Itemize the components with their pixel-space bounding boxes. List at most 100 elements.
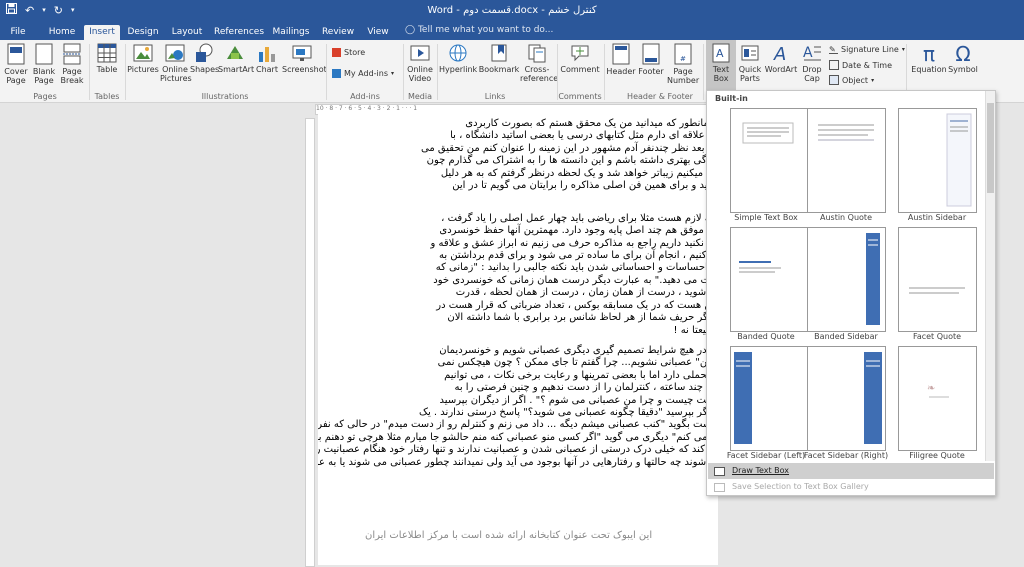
cover-page-button[interactable]: Cover Page — [3, 43, 29, 85]
paragraph-break[interactable] — [318, 337, 718, 345]
online-pictures-button[interactable]: Online Pictures — [160, 43, 192, 83]
document-line[interactable]: ی را رعایت کنیم ، انجام آن برای ما ساده … — [318, 250, 718, 262]
document-line[interactable]: ده کنم و زندگی بهتری داشته باشم و این دا… — [318, 155, 718, 167]
online-video-button[interactable]: Online Video — [405, 43, 435, 83]
document-line[interactable]: کردم ولی همانطور که میدانید من یک محقق ه… — [318, 118, 718, 130]
document-line[interactable]: مذاکره و نه در هیچ شرایط تصمیم گیری دیگر… — [318, 345, 718, 357]
document-line[interactable]: کنیم "عصبانیت چیست و چرا من عصبانی می شو… — [318, 395, 718, 407]
tab-home[interactable]: Home — [44, 25, 80, 40]
header-button[interactable]: Header — [606, 43, 636, 76]
blank-page-label: Blank Page — [32, 67, 56, 85]
page-break-button[interactable]: Page Break — [59, 43, 85, 85]
gallery-item-banded-quote[interactable] — [730, 227, 809, 332]
gallery-item-austin-quote[interactable] — [807, 108, 886, 213]
tab-mailings[interactable]: Mailings — [272, 25, 310, 40]
signature-line-button[interactable]: ✎ Signature Line ▾ — [829, 45, 905, 54]
gallery-item-simple-text-box[interactable] — [730, 108, 809, 213]
document-line[interactable]: ید (فراموش نکنید داریم راجع به مذاکره حر… — [318, 238, 719, 250]
chart-button[interactable]: Chart — [254, 43, 280, 74]
document-line[interactable]: شروع کنم و بعد نظر چندنفر آدم مشهور در ا… — [318, 143, 718, 155]
document-line[interactable]: ق می کنم و علاقه ای دارم مثل کتابهای درس… — [318, 130, 718, 142]
group-label-add-ins: Add-ins — [350, 92, 380, 101]
document-line[interactable]: عصبانی می شوید ، درست از همان زمان ، درس… — [318, 287, 718, 299]
tab-file[interactable]: File — [4, 25, 32, 40]
header-icon — [612, 43, 630, 65]
shapes-label: Shapes — [190, 65, 220, 74]
pictures-label: Pictures — [127, 65, 159, 74]
document-line[interactable]: ان را از دست می دهید." به عبارت دیگر درس… — [318, 275, 718, 287]
table-button[interactable]: Table — [93, 43, 121, 74]
document-line[interactable]: ر یک مذاکره چند ساعته ، کنترلمان را از د… — [318, 382, 718, 394]
date-time-button[interactable]: Date & Time — [829, 60, 892, 70]
document-line[interactable]: مشخص می کند که خیلی درک درستی از عصبانی … — [318, 444, 718, 456]
screenshot-label: Screenshot — [282, 65, 327, 74]
comment-button[interactable]: Comment — [559, 43, 601, 74]
footer-button[interactable]: Footer — [636, 43, 666, 76]
bookmark-icon — [491, 44, 507, 62]
gallery-item-filigree-quote[interactable]: ❧ — [898, 346, 977, 451]
caption-filigree-quote: Filigree Quote — [909, 451, 965, 460]
gallery-item-facet-quote[interactable] — [898, 227, 977, 332]
text-box-button[interactable]: A Text Box — [706, 40, 736, 93]
document-line[interactable]: طرفم را له می کنم" دیگری می گوید "اگر کس… — [318, 432, 718, 444]
blank-page-button[interactable]: Blank Page — [32, 43, 56, 85]
tab-insert[interactable]: Insert — [84, 25, 120, 40]
draw-text-box-item[interactable]: Draw Text Box — [708, 463, 994, 479]
document-line[interactable]: برای مذاکره موفق هم چند اصل پایه وجود دا… — [318, 225, 718, 237]
document-line[interactable]: در آن زندگی میکنیم زیباتر خواهد شد و یک … — [318, 168, 718, 180]
cross-reference-button[interactable]: Cross- reference — [520, 43, 558, 83]
chart-label: Chart — [256, 65, 278, 74]
object-button[interactable]: Object ▾ — [829, 75, 874, 85]
tab-review[interactable]: Review — [321, 25, 355, 40]
tab-design[interactable]: Design — [126, 25, 160, 40]
gallery-item-austin-sidebar[interactable] — [898, 108, 977, 213]
gallery-item-facet-sidebar-left[interactable] — [730, 346, 809, 451]
document-line[interactable]: عصبانی می شوند چه حالتها و رفتارهایی در … — [318, 457, 718, 469]
quick-parts-button[interactable]: Quick Parts — [737, 43, 763, 83]
wordart-button[interactable]: A WordArt — [764, 43, 798, 74]
document-line[interactable]: سی آستانه تحملی دارد اما با بعضی تمرینها… — [318, 370, 718, 382]
smartart-button[interactable]: SmartArt — [218, 43, 254, 74]
shapes-button[interactable]: Shapes — [190, 43, 220, 74]
document-body[interactable]: کردم ولی همانطور که میدانید من یک محقق ه… — [318, 118, 718, 469]
document-line[interactable]: "تا جای ممکن" عصبانی نشویم... چرا گفتم ت… — [318, 357, 718, 369]
document-line[interactable]: کنترلمان بر احساسات و احساساتی شدن باید … — [318, 262, 718, 274]
text-box-label: Text Box — [712, 65, 730, 83]
vertical-ruler[interactable] — [305, 118, 315, 567]
caption-simple-text-box: Simple Text Box — [734, 213, 798, 222]
document-line[interactable]: ا بعدها بخوانید و برای همین فن اصلی مذاک… — [318, 180, 718, 192]
gallery-scrollbar[interactable] — [985, 91, 995, 461]
scrollbar-thumb[interactable] — [987, 103, 994, 193]
simple-text-box-preview-icon — [742, 122, 794, 144]
equation-button[interactable]: π Equation — [909, 43, 949, 74]
cross-reference-label: Cross- reference — [520, 65, 559, 83]
austin-quote-preview-icon — [818, 124, 874, 141]
document-line[interactable]: مهارتهای پایه لازم هست مثلا برای ریاضی ب… — [318, 213, 718, 225]
document-line[interactable]: طلب افراد اگر بپرسید "دقیقا چگونه عصبانی… — [318, 407, 718, 419]
calendar-icon — [829, 60, 839, 70]
my-add-ins-button[interactable]: My Add-ins ▾ — [332, 69, 394, 78]
document-line[interactable]: ست مثل این هست که در یک مسابقه بوکس ، تع… — [318, 300, 718, 312]
document-line[interactable]: نفر ممکن است بگوید "کنب عصبانی میشم دیگه… — [318, 419, 718, 431]
gallery-item-facet-sidebar-right[interactable] — [807, 346, 886, 451]
symbol-button[interactable]: Ω Symbol — [946, 43, 980, 74]
caption-banded-sidebar: Banded Sidebar — [814, 332, 878, 341]
tab-references[interactable]: References — [214, 25, 264, 40]
tell-me-box[interactable]: ◯ Tell me what you want to do... — [405, 25, 553, 35]
bookmark-button[interactable]: Bookmark — [478, 43, 520, 74]
paragraph-break[interactable] — [318, 205, 718, 213]
pictures-button[interactable]: Pictures — [127, 43, 159, 74]
document-line[interactable]: رخ دهد ؟ طبیعتا نه ! — [318, 325, 719, 337]
document-line[interactable]: این صورت اگر حریف شما از هر لحاظ شانس بر… — [318, 312, 718, 324]
screenshot-button[interactable]: Screenshot — [282, 43, 327, 74]
drop-cap-button[interactable]: A Drop Cap — [799, 43, 825, 83]
save-selection-icon — [714, 483, 725, 492]
tab-view[interactable]: View — [365, 25, 391, 40]
gallery-item-banded-sidebar[interactable] — [807, 227, 886, 332]
document-line[interactable]: ند. — [318, 192, 718, 204]
document-page[interactable]: کردم ولی همانطور که میدانید من یک محقق ه… — [318, 114, 718, 565]
hyperlink-button[interactable]: Hyperlink — [439, 43, 477, 74]
store-button[interactable]: Store — [332, 48, 365, 57]
tab-layout[interactable]: Layout — [169, 25, 205, 40]
page-number-button[interactable]: # Page Number — [667, 43, 699, 85]
